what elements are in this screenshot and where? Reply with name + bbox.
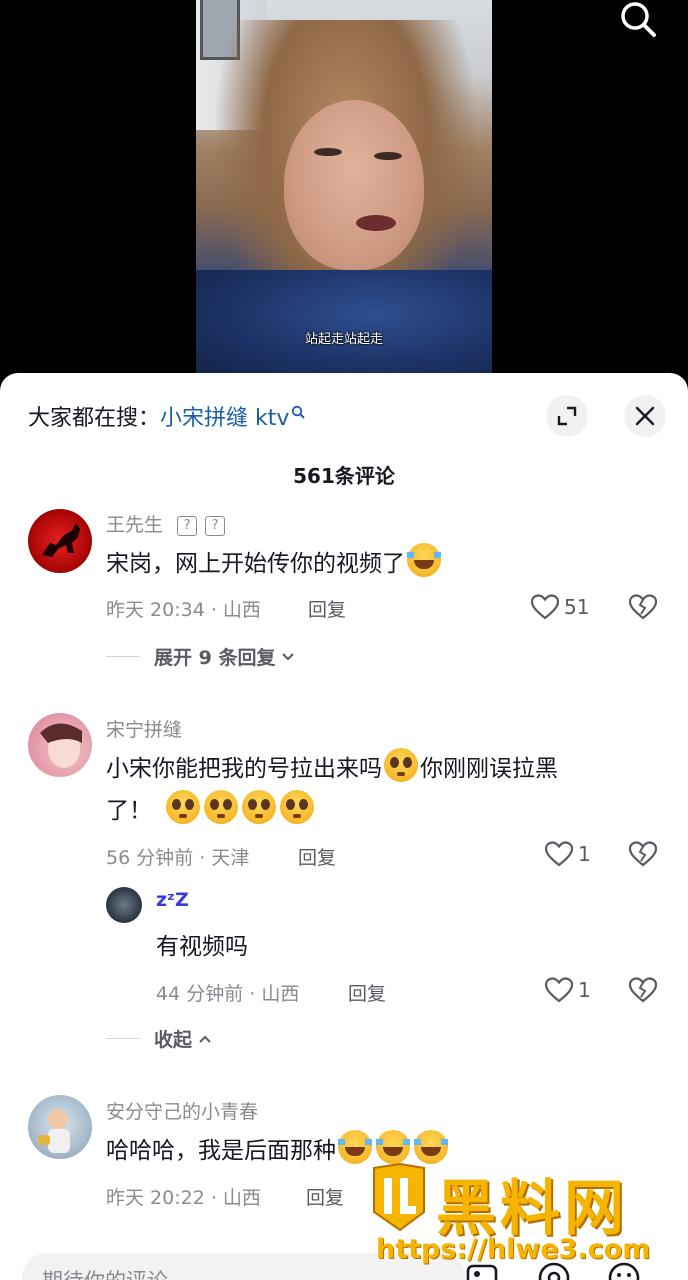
pleading-face-emoji-icon [280,790,314,824]
close-icon [635,406,655,426]
chevron-down-icon [282,652,295,660]
small-search-icon [291,400,306,425]
expand-icon [557,406,577,426]
laugh-cry-emoji-icon [338,1130,372,1164]
heart-icon [530,594,560,620]
username-text: 王先生 [106,514,164,536]
collapse-replies-button[interactable]: 收起 [106,1025,212,1052]
pleading-face-emoji-icon [166,790,200,824]
avatar[interactable] [28,713,92,777]
video-person-shirt [196,270,492,378]
search-button[interactable] [618,0,658,40]
divider [106,656,140,657]
comment-text-line2[interactable]: 了！ [106,790,316,832]
reply-button[interactable]: 回复 [306,1183,344,1210]
reply-button[interactable]: 回复 [298,843,336,870]
reply-text[interactable]: 有视频吗 [156,926,248,968]
like-count: 1 [578,842,591,866]
like-button[interactable]: 1 [544,976,591,1004]
child-avatar-icon [38,1109,70,1153]
comment-text[interactable]: 小宋你能把我的号拉出来吗 你刚刚误拉黑 [106,748,558,790]
close-sheet-button[interactable] [624,395,666,437]
watermark: 黑料网 https://hlwe3.com [370,1160,688,1280]
video-person-mouth [356,215,396,231]
watermark-url: https://hlwe3.com [376,1234,651,1265]
video-person-eye-left [314,148,342,156]
reply-button[interactable]: 回复 [348,979,386,1006]
video-frame[interactable]: 站起走站起走 [196,0,492,378]
reply-username[interactable]: zᶻZ [156,889,189,911]
comment-time-location: 昨天 20:34 · 山西 [106,599,261,621]
comment-text-content: 哈哈哈，我是后面那种 [106,1138,336,1164]
video-person-eye-right [374,152,402,160]
comment-text-content: 小宋你能把我的号拉出来吗 [106,756,382,782]
comment-text-content: 宋岗，网上开始传你的视频了 [106,551,405,577]
laugh-cry-emoji-icon [376,1130,410,1164]
comment-sheet: 大家都在搜：小宋拼缝 ktv 561条评论 王先生 ?? 宋岗，网上开始传你的视… [0,373,688,1280]
comment-text-content: 你刚刚误拉黑 [420,756,558,782]
expand-replies-button[interactable]: 展开 9 条回复 [106,643,295,670]
comment-input-placeholder: 期待你的评论 [42,1265,168,1280]
girl-avatar-icon [40,723,82,768]
expand-replies-label: 展开 9 条回复 [154,647,276,669]
watermark-logo-icon [373,1162,425,1232]
comment-count: 561条评论 [293,464,395,488]
video-player[interactable]: 站起走站起走 [0,0,688,400]
heart-icon [544,977,574,1003]
comment-text[interactable]: 宋岗，网上开始传你的视频了 [106,543,443,585]
user-badge: ? [205,516,226,536]
reply-time-location: 44 分钟前 · 山西 [156,983,300,1005]
broken-heart-icon [628,977,658,1003]
comment-text-content: 了！ [106,798,152,824]
trending-search-term[interactable]: 小宋拼缝 ktv [160,406,289,431]
avatar[interactable] [28,509,92,573]
horse-avatar-icon [42,523,80,557]
comment-username[interactable]: 王先生 ?? [106,510,226,537]
reply-button[interactable]: 回复 [308,595,346,622]
dislike-button[interactable] [628,593,658,625]
broken-heart-icon [628,594,658,620]
expand-sheet-button[interactable] [546,395,588,437]
dislike-button[interactable] [628,840,658,872]
collapse-replies-label: 收起 [154,1029,193,1051]
trending-search-prefix: 大家都在搜： [28,406,161,431]
dislike-button[interactable] [628,976,658,1008]
trending-search-bar[interactable]: 大家都在搜：小宋拼缝 ktv [28,400,306,432]
comment-time-location: 56 分钟前 · 天津 [106,847,250,869]
comment-time-location: 昨天 20:22 · 山西 [106,1187,261,1209]
comment-username[interactable]: 宋宁拼缝 [106,715,182,742]
like-button[interactable]: 51 [530,593,589,621]
pleading-face-emoji-icon [242,790,276,824]
search-icon [621,2,656,37]
comment-username[interactable]: 安分守己的小青春 [106,1097,258,1124]
reply-avatar[interactable] [106,887,142,923]
video-subtitle: 站起走站起走 [304,332,383,347]
divider [106,1038,140,1039]
heart-icon [544,841,574,867]
laugh-cry-emoji-icon [407,543,441,577]
broken-heart-icon [628,841,658,867]
pleading-face-emoji-icon [384,748,418,782]
pleading-face-emoji-icon [204,790,238,824]
video-person-face [284,100,424,270]
like-button[interactable]: 1 [544,840,591,868]
avatar[interactable] [28,1095,92,1159]
like-count: 1 [578,978,591,1002]
user-badge: ? [177,516,198,536]
laugh-cry-emoji-icon [414,1130,448,1164]
chevron-up-icon [199,1035,211,1043]
like-count: 51 [564,595,590,619]
